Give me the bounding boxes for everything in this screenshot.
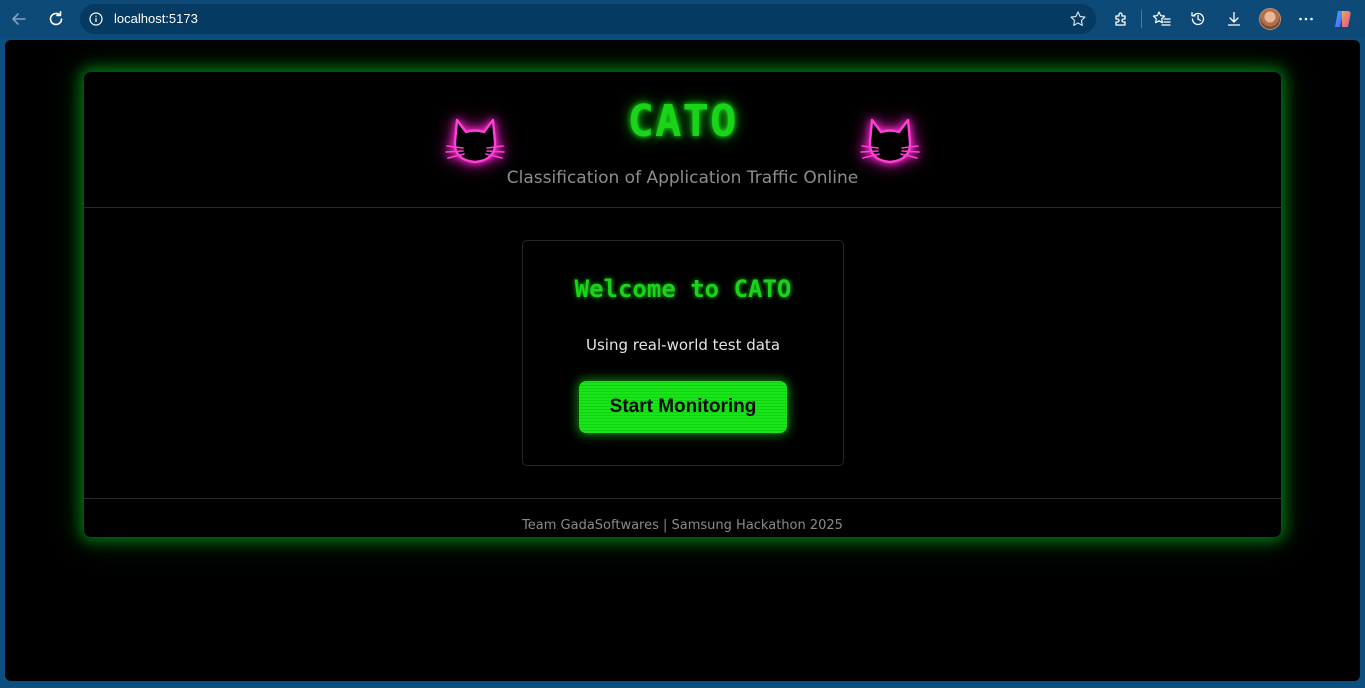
welcome-text: Using real-world test data [585, 336, 781, 354]
back-arrow-icon[interactable] [7, 7, 31, 31]
start-monitoring-button[interactable]: Start Monitoring [579, 381, 787, 433]
neon-cat-right-icon [859, 112, 921, 168]
toolbar-divider [1141, 10, 1142, 28]
footer-text: Team GadaSoftwares | Samsung Hackathon 2… [522, 518, 843, 533]
more-icon[interactable] [1294, 7, 1318, 31]
app-subtitle: Classification of Application Traffic On… [506, 168, 859, 188]
download-icon[interactable] [1222, 7, 1246, 31]
site-info-icon[interactable] [89, 12, 103, 31]
star-icon[interactable] [1069, 10, 1087, 33]
puzzle-icon[interactable] [1109, 7, 1133, 31]
window-bottom-border [0, 681, 1365, 688]
welcome-title: Welcome to CATO [574, 275, 792, 303]
browser-toolbar: localhost:5173 [0, 0, 1365, 38]
address-bar[interactable]: localhost:5173 [80, 4, 1096, 34]
app-container: CATO Classification of Application Traff… [84, 72, 1281, 537]
copilot-icon[interactable] [1332, 8, 1354, 30]
page-viewport: CATO Classification of Application Traff… [5, 40, 1360, 681]
url-text[interactable]: localhost:5173 [114, 11, 198, 26]
history-icon[interactable] [1186, 7, 1210, 31]
profile-avatar[interactable] [1259, 8, 1281, 30]
app-header: CATO Classification of Application Traff… [84, 72, 1281, 208]
app-title: CATO [627, 96, 738, 147]
refresh-icon[interactable] [44, 7, 68, 31]
welcome-panel: Welcome to CATO Using real-world test da… [522, 240, 844, 466]
app-footer: Team GadaSoftwares | Samsung Hackathon 2… [84, 498, 1281, 538]
favorites-icon[interactable] [1150, 7, 1174, 31]
